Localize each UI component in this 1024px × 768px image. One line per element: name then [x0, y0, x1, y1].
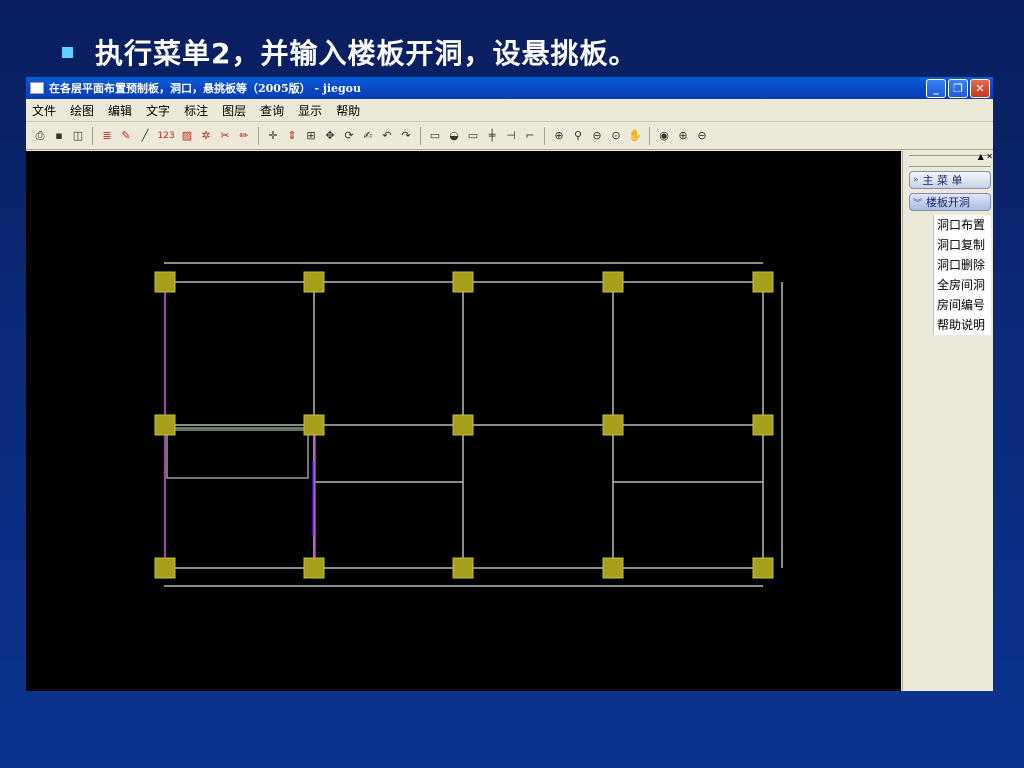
double-chevron-down-icon: ︾: [913, 198, 923, 209]
column-r2-c2: [452, 557, 474, 579]
panel-controls[interactable]: ▲ ✕: [978, 152, 993, 161]
column-r1-c0: [154, 414, 176, 436]
column-r0-c3: [602, 271, 624, 293]
toolbar-separator: [258, 126, 259, 145]
submenu-opening-delete[interactable]: 洞口删除: [934, 255, 991, 275]
app-window: 在各层平面布置预制板，洞口，悬挑板等（2005版） - jiegou _ ❐ ✕…: [26, 77, 993, 691]
array-icon[interactable]: ⊞: [303, 128, 319, 144]
menu-layer[interactable]: 图层: [222, 102, 246, 119]
floor-plan-drawing: [154, 262, 783, 587]
edit-icon[interactable]: ✍: [360, 128, 376, 144]
hatch-icon[interactable]: ▨: [179, 128, 195, 144]
menu-text[interactable]: 文字: [146, 102, 170, 119]
brush-icon[interactable]: ✎: [118, 128, 134, 144]
slide-title: 执行菜单2，并输入楼板开洞，设悬挑板。: [62, 30, 638, 74]
column-r2-c0: [154, 557, 176, 579]
double-chevron-right-icon: »: [913, 175, 919, 185]
column-r0-c2: [452, 271, 474, 293]
rect-icon[interactable]: ▭: [465, 128, 481, 144]
zoom-all-icon[interactable]: ◉: [656, 128, 672, 144]
toolbar-separator: [420, 126, 421, 145]
app-icon: [30, 82, 44, 94]
pan-icon[interactable]: ✋: [627, 128, 643, 144]
print-icon[interactable]: ⎙: [32, 128, 48, 144]
cut-icon[interactable]: ✂: [217, 128, 233, 144]
preview-icon[interactable]: ◫: [70, 128, 86, 144]
side-panel: ▲ ✕ » 主 菜 单 ︾ 楼板开洞 洞口布置 洞口复制 洞口删除 全房间洞 房…: [902, 151, 993, 691]
column-r2-c4: [752, 557, 774, 579]
menu-edit[interactable]: 编辑: [108, 102, 132, 119]
menu-annotate[interactable]: 标注: [184, 102, 208, 119]
drawing-canvas[interactable]: [26, 151, 901, 691]
pencil-icon[interactable]: ✏: [236, 128, 252, 144]
column-r0-c4: [752, 271, 774, 293]
undo-icon[interactable]: ↶: [379, 128, 395, 144]
zoom-previous-icon[interactable]: ⊖: [589, 128, 605, 144]
fillet-icon[interactable]: ⌐: [522, 128, 538, 144]
move-icon[interactable]: ✥: [322, 128, 338, 144]
zoom-window-icon[interactable]: ⊕: [551, 128, 567, 144]
slab-opening-outline: [166, 427, 309, 479]
menu-draw[interactable]: 绘图: [70, 102, 94, 119]
column-r2-c3: [602, 557, 624, 579]
shape-icon[interactable]: ◒: [446, 128, 462, 144]
slab-opening: [166, 427, 309, 479]
menu-query[interactable]: 查询: [260, 102, 284, 119]
slab-opening-menu-label: 楼板开洞: [926, 196, 971, 209]
menu-help[interactable]: 帮助: [336, 102, 360, 119]
crosshair-icon[interactable]: ✛: [265, 128, 281, 144]
line-icon[interactable]: ╱: [137, 128, 153, 144]
trim-icon[interactable]: ╪: [484, 128, 500, 144]
layer-icon[interactable]: ≣: [99, 128, 115, 144]
main-menu-label: 主 菜 单: [922, 174, 963, 187]
zoom-out-icon[interactable]: ⊖: [694, 128, 710, 144]
main-menu-button[interactable]: » 主 菜 单: [909, 171, 991, 189]
submenu-full-room-opening[interactable]: 全房间洞: [934, 275, 991, 295]
pan-arrows-icon[interactable]: ⇕: [284, 128, 300, 144]
slide-title-text: 执行菜单2，并输入楼板开洞，设悬挑板。: [95, 37, 638, 70]
minimize-button[interactable]: _: [926, 79, 946, 98]
page-icon[interactable]: ▭: [427, 128, 443, 144]
submenu-opening-copy[interactable]: 洞口复制: [934, 235, 991, 255]
menu-file[interactable]: 文件: [32, 102, 56, 119]
column-r0-c1: [303, 271, 325, 293]
window-controls: _ ❐ ✕: [926, 79, 990, 98]
restore-button[interactable]: ❐: [948, 79, 968, 98]
zoom-in-icon[interactable]: ⊕: [675, 128, 691, 144]
close-button[interactable]: ✕: [970, 79, 990, 98]
column-r1-c1: [303, 414, 325, 436]
column-r0-c0: [154, 271, 176, 293]
submenu-help[interactable]: 帮助说明: [934, 315, 991, 335]
toolbar-separator: [92, 126, 93, 145]
column-r1-c3: [602, 414, 624, 436]
column-r1-c4: [752, 414, 774, 436]
rotate-icon[interactable]: ⟳: [341, 128, 357, 144]
panel-header: ▲ ✕: [909, 152, 993, 167]
extend-icon[interactable]: ⊣: [503, 128, 519, 144]
window-title: 在各层平面布置预制板，洞口，悬挑板等（2005版） - jiegou: [49, 82, 362, 95]
style-icon[interactable]: ✲: [198, 128, 214, 144]
submenu: 洞口布置 洞口复制 洞口删除 全房间洞 房间编号 帮助说明: [933, 215, 991, 335]
menubar: 文件 绘图 编辑 文字 标注 图层 查询 显示 帮助: [26, 99, 993, 122]
menu-display[interactable]: 显示: [298, 102, 322, 119]
submenu-room-number[interactable]: 房间编号: [934, 295, 991, 315]
toolbar-separator: [544, 126, 545, 145]
redo-icon[interactable]: ↷: [398, 128, 414, 144]
number-text-icon[interactable]: 123: [156, 128, 176, 144]
bullet-icon: [62, 46, 73, 58]
slab-opening-menu-button[interactable]: ︾ 楼板开洞: [909, 193, 991, 211]
column-r2-c1: [303, 557, 325, 579]
zoom-extent-icon[interactable]: ⊙: [608, 128, 624, 144]
zoom-realtime-icon[interactable]: ⚲: [570, 128, 586, 144]
toolbar-separator: [649, 126, 650, 145]
toolbar: ⎙ ▪ ◫ ≣ ✎ ╱ 123 ▨ ✲ ✂ ✏ ✛ ⇕ ⊞ ✥ ⟳ ✍ ↶ ↷ …: [26, 122, 993, 150]
submenu-opening-layout[interactable]: 洞口布置: [934, 215, 991, 235]
column-r1-c2: [452, 414, 474, 436]
save-icon[interactable]: ▪: [51, 128, 67, 144]
window-titlebar[interactable]: 在各层平面布置预制板，洞口，悬挑板等（2005版） - jiegou _ ❐ ✕: [26, 77, 993, 99]
